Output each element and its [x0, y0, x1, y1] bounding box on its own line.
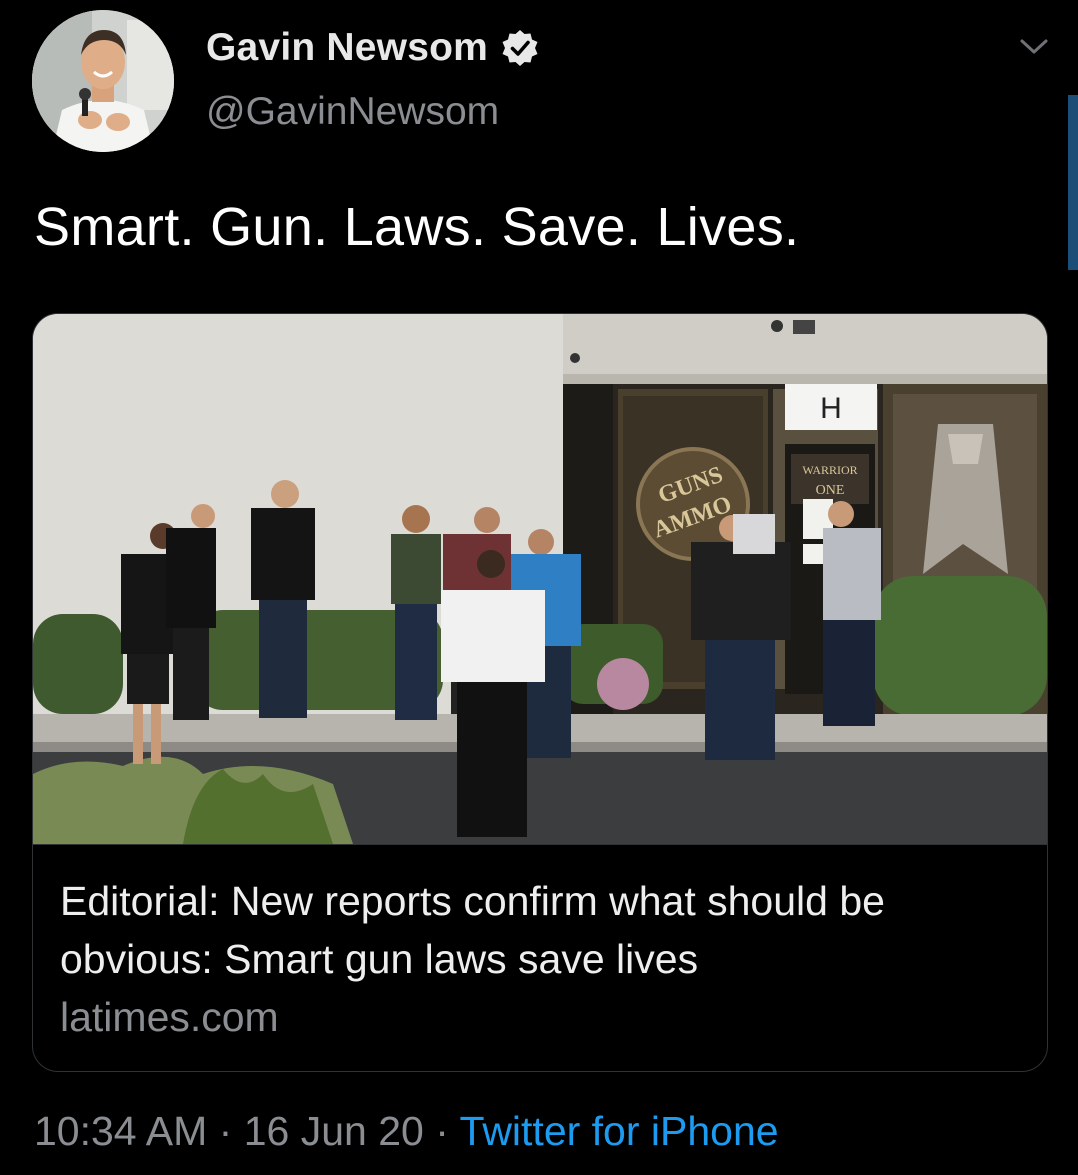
link-card[interactable]: H GUNS AMMO WARRIOR ONE Editorial: New r… [32, 313, 1048, 1072]
card-divider [33, 844, 1047, 845]
tweet-text: Smart. Gun. Laws. Save. Lives. [34, 197, 800, 257]
scrollbar-thumb[interactable] [1068, 95, 1078, 270]
tweet-metadata: 10:34 AM · 16 Jun 20 · Twitter for iPhon… [34, 1108, 779, 1155]
verified-badge-icon [502, 30, 538, 66]
tweet-time[interactable]: 10:34 AM [34, 1108, 207, 1154]
door-sign-2: ONE [816, 483, 845, 498]
link-card-domain: latimes.com [60, 994, 279, 1040]
author-handle[interactable]: @GavinNewsom [206, 90, 499, 134]
author-name-row[interactable]: Gavin Newsom [206, 22, 540, 74]
tweet-source-link[interactable]: Twitter for iPhone [460, 1108, 779, 1154]
link-card-title[interactable]: Editorial: New reports confirm what shou… [60, 872, 1020, 988]
link-card-image[interactable]: H GUNS AMMO WARRIOR ONE [33, 314, 1047, 844]
tweet[interactable]: Gavin Newsom @GavinNewsom Smart. Gun. La… [0, 0, 1078, 1175]
meta-separator: · [218, 1108, 233, 1154]
author-display-name[interactable]: Gavin Newsom [206, 26, 488, 70]
chevron-down-icon[interactable] [1016, 34, 1052, 58]
door-sign-1: WARRIOR [802, 463, 857, 477]
gun-store-line-photo: H GUNS AMMO WARRIOR ONE [33, 314, 1047, 844]
profile-photo-icon [32, 10, 174, 152]
avatar[interactable] [32, 10, 174, 152]
door-letter-sign: H [820, 392, 842, 425]
meta-separator: · [435, 1108, 449, 1154]
tweet-date[interactable]: 16 Jun 20 [244, 1108, 424, 1154]
